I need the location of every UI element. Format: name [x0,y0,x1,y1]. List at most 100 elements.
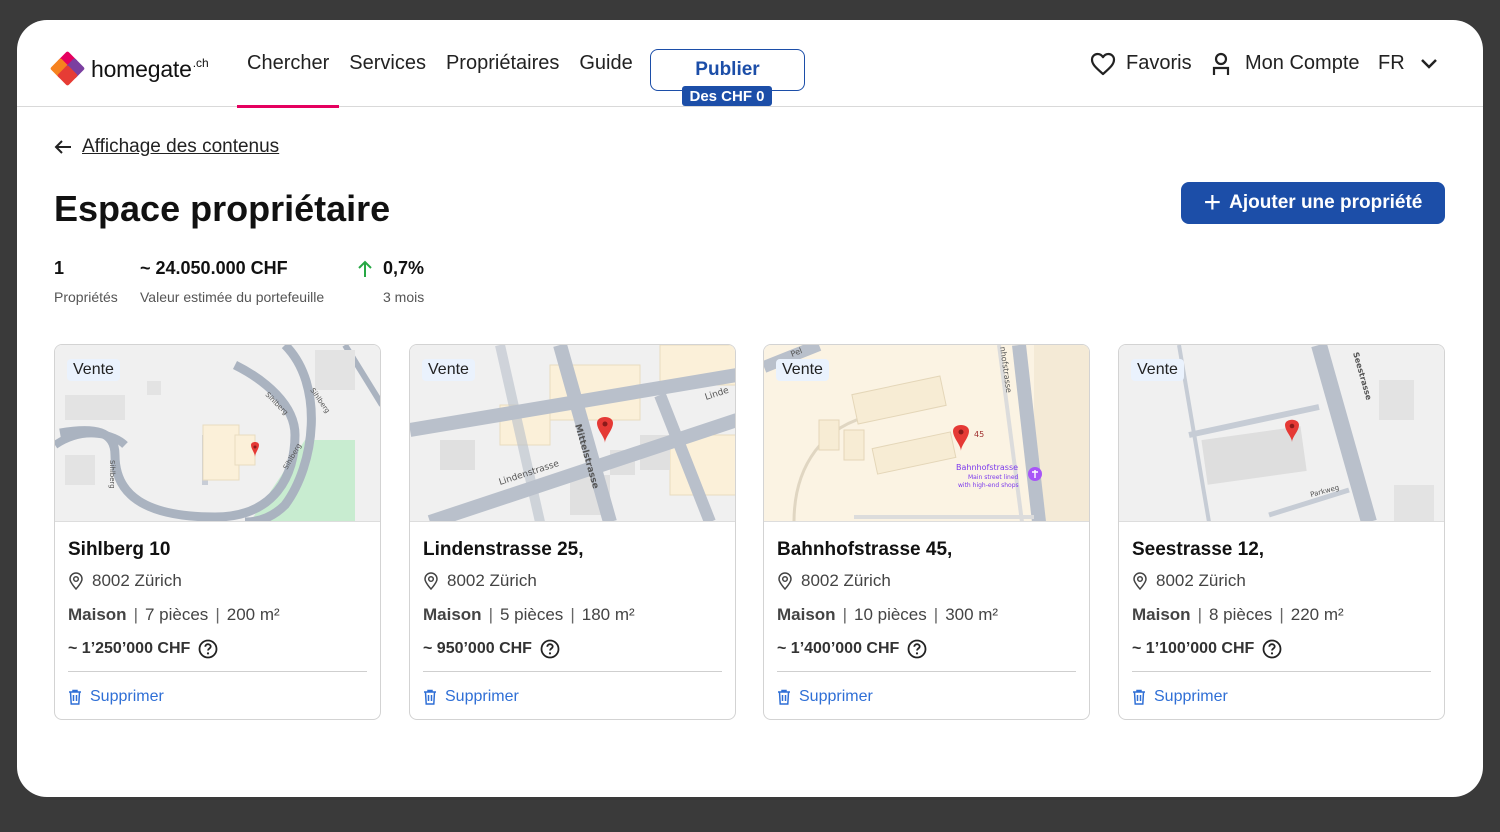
property-rooms: 7 pièces [144,605,209,624]
user-icon [1212,52,1230,75]
favorites-link[interactable]: Favoris [1090,20,1192,107]
property-price: ~ 1’400’000 CHF [777,639,1076,659]
property-map: 45 Bahnhofstrasse Main street lined with… [764,345,1089,522]
city-label: 8002 Zürich [1156,571,1246,590]
property-map: Lindenstrasse Mittelstrasse Linde Vente [410,345,735,522]
help-icon[interactable] [1262,639,1282,659]
stat-value: 0,7% [383,258,425,278]
top-header: homegate .ch Chercher Services Propriéta… [17,20,1483,108]
logo-text: homegate [91,55,192,82]
price-value: ~ 1’400’000 CHF [777,640,900,657]
account-link[interactable]: Mon Compte [1211,20,1360,107]
property-address: Bahnhofstrasse 45, [777,539,953,560]
main-nav: Chercher Services Propriétaires Guide [237,20,643,108]
delete-button[interactable]: Supprimer [777,688,1076,706]
listing-type-tag: Vente [1131,359,1184,381]
property-price: ~ 1’100’000 CHF [1132,639,1431,659]
logo-tld: .ch [192,56,209,70]
location-pin-icon [778,572,792,590]
property-card[interactable]: Seestrasse Parkweg Vente Seestrasse 12, … [1118,344,1445,720]
arrow-up-icon [358,260,372,277]
homegate-logo[interactable]: homegate .ch [49,50,209,87]
property-address: Seestrasse 12, [1132,539,1265,560]
plus-icon: + [1203,186,1222,219]
help-icon[interactable] [540,639,560,659]
city-label: 8002 Zürich [801,571,891,590]
map-label: Sihlberg [108,460,116,489]
nav-item-proprietaires[interactable]: Propriétaires [436,20,569,107]
help-icon[interactable] [198,639,218,659]
property-area: 200 m² [226,605,280,624]
price-value: ~ 1’100’000 CHF [1132,640,1255,657]
stat-value: ~ 24.050.000 CHF [140,258,288,278]
page-title: Espace propriétaire [54,188,391,229]
stat-value: 1 [54,258,65,278]
location-pin-icon [1133,572,1147,590]
listing-type-tag: Vente [776,359,829,381]
location-pin-icon [69,572,83,590]
trash-icon [424,689,436,705]
stat-label: Valeur estimée du portefeuille [140,289,325,305]
language-label: FR [1378,52,1405,74]
stat-label: 3 mois [383,289,425,305]
add-property-label: Ajouter une propriété [1229,192,1423,213]
add-property-button[interactable]: + Ajouter une propriété [1181,182,1445,224]
property-specs: Maison | 8 pièces | 220 m² [1132,605,1344,624]
app-window: homegate .ch Chercher Services Propriéta… [17,20,1483,797]
property-map: Seestrasse Parkweg Vente [1119,345,1444,522]
city-label: 8002 Zürich [447,571,537,590]
property-card[interactable]: Sihlberg Sihlberg Sihlberg Sihlberg Vent… [54,344,381,720]
divider [777,671,1076,672]
chevron-down-icon [1420,58,1437,69]
arrow-left-icon [54,140,71,154]
trash-icon [778,689,790,705]
stat-portfolio-value: ~ 24.050.000 CHF Valeur estimée du porte… [140,258,324,305]
map-label: with high-end shops [958,482,1019,489]
language-selector[interactable]: FR [1378,20,1438,107]
logo-mark-icon [49,50,86,87]
property-rooms: 8 pièces [1208,605,1273,624]
location-pin-icon [424,572,438,590]
nav-item-guide[interactable]: Guide [569,20,642,107]
property-city: 8002 Zürich [777,571,1076,591]
property-type: Maison [1132,605,1191,624]
back-link[interactable]: Affichage des contenus [54,136,279,158]
divider [423,671,722,672]
property-city: 8002 Zürich [68,571,367,591]
stat-trend-value: 0,7% [357,258,424,279]
property-type: Maison [68,605,127,624]
listing-type-tag: Vente [67,359,120,381]
divider [68,671,367,672]
stat-trend: 0,7% 3 mois [357,258,424,305]
card-body: Bahnhofstrasse 45, 8002 Zürich Maison | 10… [777,539,1076,706]
delete-label: Supprimer [799,688,873,705]
property-specs: Maison | 10 pièces | 300 m² [777,605,999,624]
property-area: 220 m² [1290,605,1344,624]
city-label: 8002 Zürich [92,571,182,590]
stat-label: Propriétés [54,289,118,305]
map-label: Main street lined [968,474,1019,481]
trash-icon [1133,689,1145,705]
card-body: Sihlberg 10 8002 Zürich Maison | 7 pièces |… [68,539,367,706]
property-address: Sihlberg 10 [68,539,171,560]
property-specs: Maison | 7 pièces | 200 m² [68,605,280,624]
price-value: ~ 950’000 CHF [423,640,532,657]
stat-properties: 1 Propriétés [54,258,118,305]
listing-type-tag: Vente [422,359,475,381]
delete-button[interactable]: Supprimer [1132,688,1431,706]
property-card[interactable]: Lindenstrasse Mittelstrasse Linde Vente … [409,344,736,720]
property-city: 8002 Zürich [423,571,722,591]
heart-icon [1090,52,1116,75]
property-rooms: 5 pièces [499,605,564,624]
delete-button[interactable]: Supprimer [423,688,722,706]
property-card[interactable]: 45 Bahnhofstrasse Main street lined with… [763,344,1090,720]
delete-button[interactable]: Supprimer [68,688,367,706]
trash-icon [69,689,81,705]
card-body: Lindenstrasse 25, 8002 Zürich Maison | 5 p… [423,539,722,706]
publish-price-badge: Des CHF 0 [682,86,772,106]
help-icon[interactable] [907,639,927,659]
publish-button[interactable]: Publier [650,49,805,91]
nav-item-chercher[interactable]: Chercher [237,20,340,108]
nav-item-services[interactable]: Services [339,20,436,107]
property-address: Lindenstrasse 25, [423,539,584,560]
